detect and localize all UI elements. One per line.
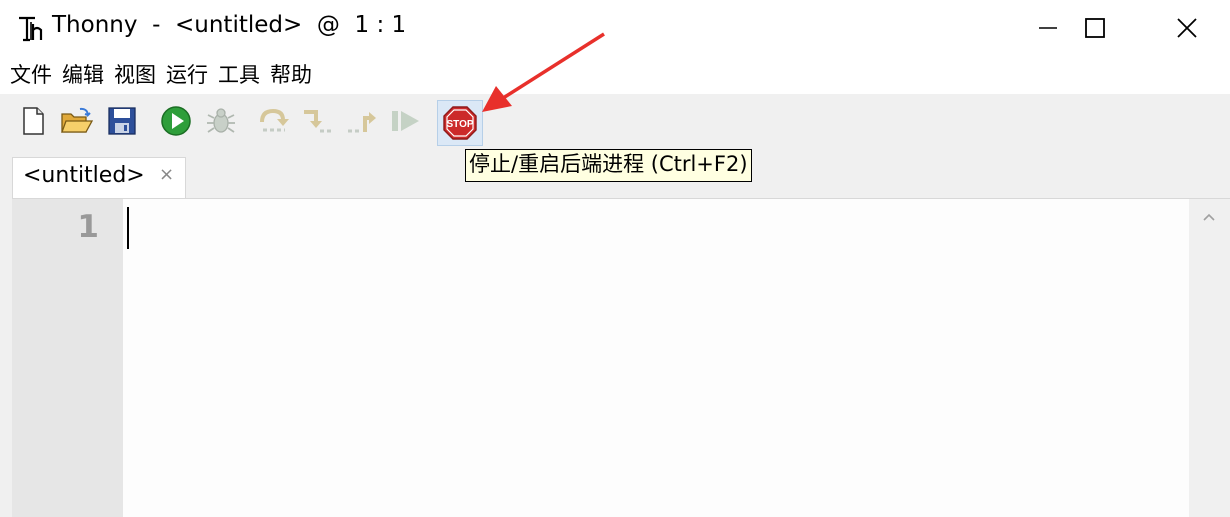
save-icon [108,107,136,135]
resume-button[interactable] [389,104,423,138]
thonny-logo-icon [19,16,43,42]
stop-tooltip: 停止/重启后端进程 (Ctrl+F2) [465,149,752,182]
text-caret [127,207,129,249]
line-number-gutter: 1 [12,199,123,517]
title-bar[interactable]: Thonny - <untitled> @ 1 : 1 [0,0,1230,56]
menu-bar: 文件 编辑 视图 运行 工具 帮助 [0,56,1230,94]
close-icon [1177,18,1197,38]
maximize-icon [1085,18,1105,38]
menu-run[interactable]: 运行 [162,56,214,94]
line-number: 1 [77,209,99,245]
stop-icon-text: STOP [446,119,473,130]
step-into-icon [304,110,332,133]
step-into-button[interactable] [300,104,334,138]
step-over-button[interactable] [257,104,291,138]
tab-label: <untitled> [23,163,145,188]
code-editor[interactable] [123,199,1189,517]
menu-edit[interactable]: 编辑 [58,56,110,94]
new-file-button[interactable] [16,104,50,138]
step-out-icon [348,112,376,133]
run-button[interactable] [159,104,193,138]
debug-button[interactable] [204,104,238,138]
thonny-window: Thonny - <untitled> @ 1 : 1 文件 编辑 视图 运行 … [0,0,1230,517]
menu-tools[interactable]: 工具 [214,56,266,94]
vertical-scrollbar[interactable] [1189,199,1230,517]
debug-icon [207,108,235,133]
resume-icon [392,111,419,131]
menu-file[interactable]: 文件 [6,56,58,94]
annotation-arrow-icon [482,32,605,112]
window-title: Thonny - <untitled> @ 1 : 1 [52,12,407,38]
scroll-up-arrow-icon[interactable] [1201,211,1217,223]
maximize-button[interactable] [1049,0,1141,56]
toolbar: STOP [0,94,1230,154]
run-icon [161,106,191,136]
step-out-button[interactable] [345,104,379,138]
open-file-button[interactable] [60,104,94,138]
close-button[interactable] [1141,0,1230,56]
save-button[interactable] [105,104,139,138]
menu-view[interactable]: 视图 [110,56,162,94]
tab-untitled[interactable]: <untitled> × [12,157,186,198]
step-over-icon [260,108,289,132]
new-file-icon [23,107,44,135]
open-folder-icon [61,107,94,133]
tab-close-icon[interactable]: × [159,164,174,185]
menu-help[interactable]: 帮助 [266,56,318,94]
